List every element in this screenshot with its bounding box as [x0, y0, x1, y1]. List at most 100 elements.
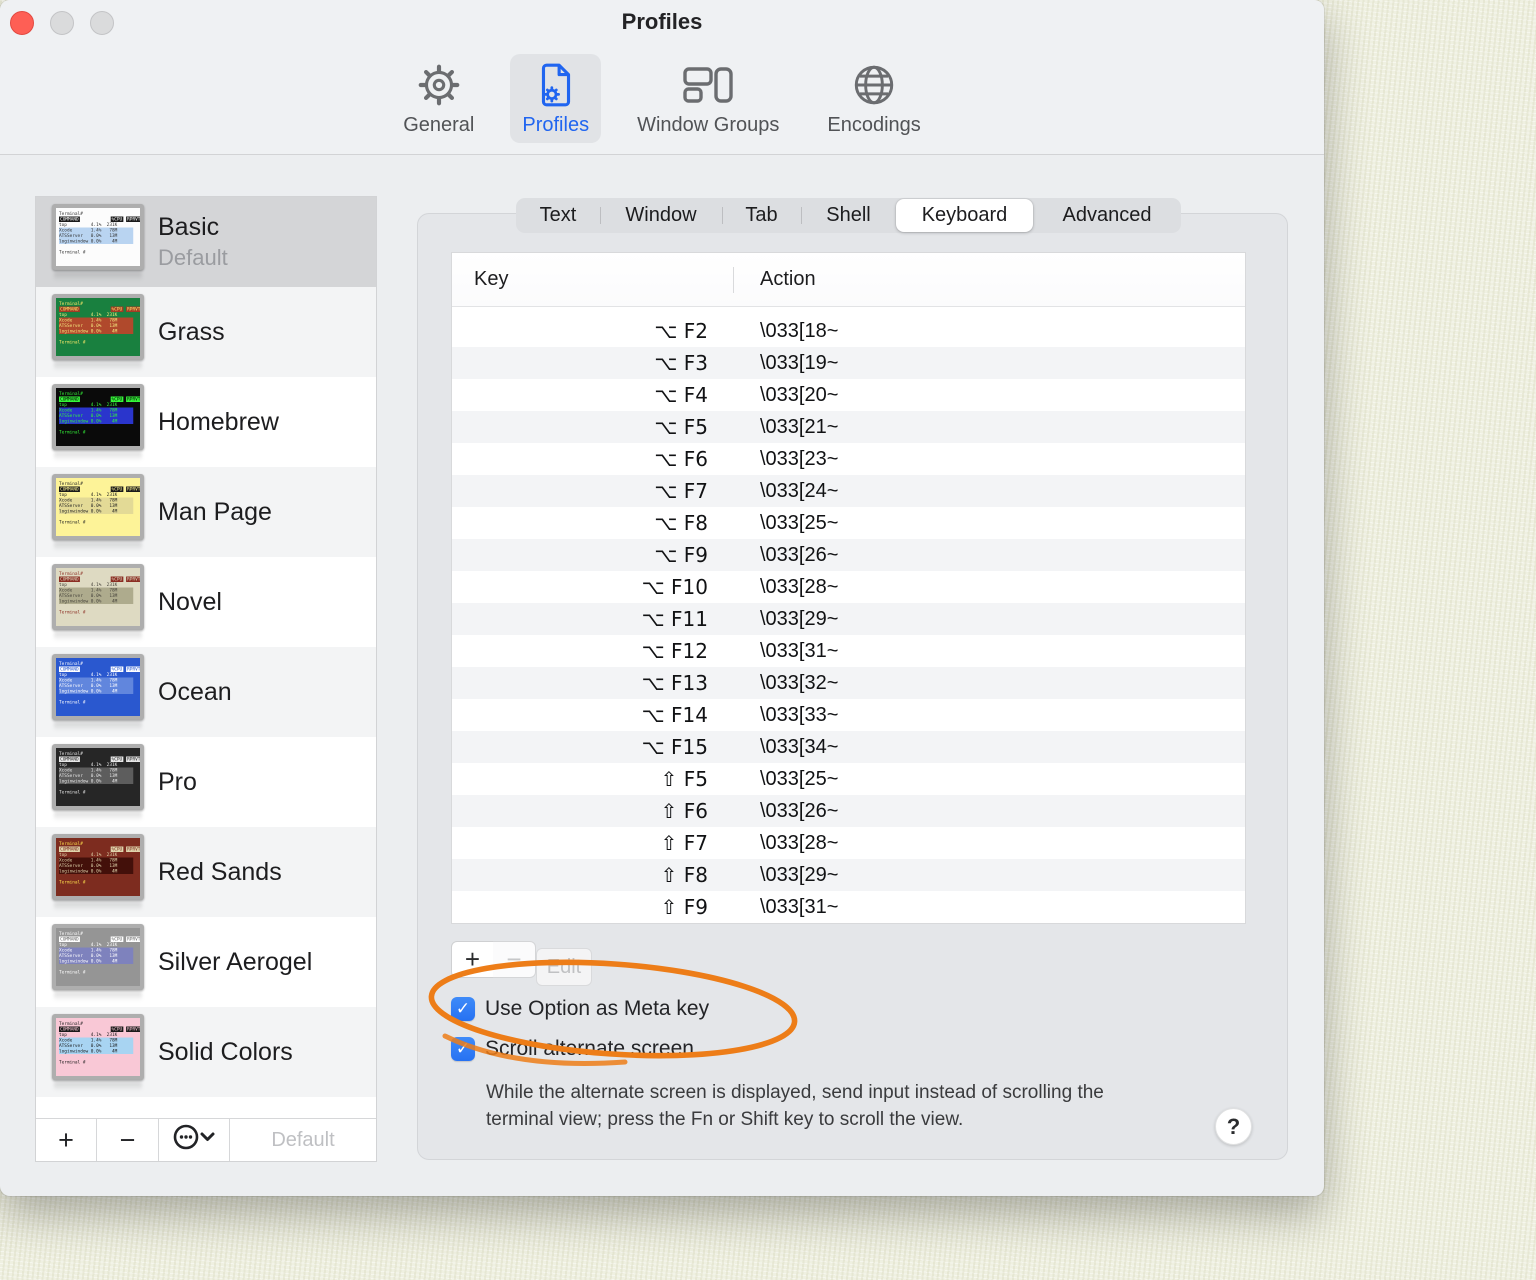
profile-list-item[interactable]: Terminal# COMMAND %CPU RPRVT top 4.1% 231K Xc…	[36, 377, 376, 467]
globe-icon	[850, 61, 898, 109]
action-cell: \033[21~	[760, 415, 839, 438]
table-row[interactable]: ⌥ F5 \033[21~	[452, 411, 1245, 443]
remove-profile-button[interactable]: −	[97, 1119, 159, 1161]
table-row[interactable]: ⇧ F7 \033[28~	[452, 827, 1245, 859]
key-cell: ⌥ F9	[654, 543, 708, 567]
table-row[interactable]: ⌥ F15 \033[34~	[452, 731, 1245, 763]
action-cell: \033[20~	[760, 383, 839, 406]
tab-keyboard[interactable]: Keyboard	[896, 199, 1033, 232]
table-row[interactable]: ⌥ F6 \033[23~	[452, 443, 1245, 475]
set-default-button[interactable]: Default	[230, 1119, 376, 1161]
ellipsis-circle-chevron-icon	[172, 1122, 216, 1159]
use-option-as-meta-checkbox[interactable]: ✓	[451, 997, 475, 1021]
table-row[interactable]: ⇧ F9 \033[31~	[452, 891, 1245, 923]
key-cell: ⇧ F7	[660, 831, 708, 855]
key-cell: ⌥ F5	[654, 415, 708, 439]
profile-list-items: Terminal# COMMAND %CPU RPRVT top 4.1% 231K Xc…	[36, 197, 376, 1118]
profile-list-item[interactable]: Terminal# COMMAND %CPU RPRVT top 4.1% 231K Xc…	[36, 827, 376, 917]
profile-subtitle: Default	[158, 245, 228, 270]
terminal-thumbnail: Terminal# COMMAND %CPU RPRVT top 4.1% 231K Xc…	[52, 743, 144, 821]
profile-actions-menu-button[interactable]	[159, 1119, 230, 1161]
column-header-action[interactable]: Action	[733, 268, 816, 291]
key-mapping-table: Key Action ⌥ F2 \033[18~ ⌥ F3 \033[19~ ⌥…	[451, 252, 1246, 924]
action-cell: \033[18~	[760, 319, 839, 342]
profile-list-item[interactable]: Terminal# COMMAND %CPU RPRVT top 4.1% 231K Xc…	[36, 467, 376, 557]
tab-tab[interactable]: Tab	[722, 198, 801, 233]
profile-list-item[interactable]: Terminal# COMMAND %CPU RPRVT top 4.1% 231K Xc…	[36, 917, 376, 1007]
table-row[interactable]: ⌥ F7 \033[24~	[452, 475, 1245, 507]
profile-list-item[interactable]: Terminal# COMMAND %CPU RPRVT top 4.1% 231K Xc…	[36, 197, 376, 287]
edit-key-button[interactable]: Edit	[536, 948, 592, 986]
scroll-alternate-screen-row: ✓ Scroll alternate screen	[451, 1037, 694, 1061]
table-row[interactable]: ⌥ F2 \033[18~	[452, 315, 1245, 347]
table-row[interactable]: ⌥ F12 \033[31~	[452, 635, 1245, 667]
table-row[interactable]: ⌥ F14 \033[33~	[452, 699, 1245, 731]
terminal-thumbnail: Terminal# COMMAND %CPU RPRVT top 4.1% 231K Xc…	[52, 833, 144, 911]
terminal-thumbnail: Terminal# COMMAND %CPU RPRVT top 4.1% 231K Xc…	[52, 203, 144, 281]
remove-key-button[interactable]: −	[493, 941, 536, 978]
profile-name: Silver Aerogel	[158, 947, 313, 976]
window-title: Profiles	[621, 9, 703, 34]
table-row[interactable]: ⌥ F13 \033[32~	[452, 667, 1245, 699]
action-cell: \033[25~	[760, 767, 839, 790]
table-row-sliver	[452, 307, 1245, 315]
table-row[interactable]: ⌥ F8 \033[25~	[452, 507, 1245, 539]
action-cell: \033[23~	[760, 447, 839, 470]
profile-name: Man Page	[158, 497, 272, 526]
profile-list-item[interactable]: Terminal# COMMAND %CPU RPRVT top 4.1% 231K Xc…	[36, 737, 376, 827]
action-cell: \033[29~	[760, 607, 839, 630]
add-key-button[interactable]: +	[451, 941, 494, 978]
profile-list-item[interactable]: Terminal# COMMAND %CPU RPRVT top 4.1% 231K Xc…	[36, 557, 376, 647]
toolbar-item-window-groups[interactable]: Window Groups	[625, 54, 791, 143]
profile-list-item[interactable]: Terminal# COMMAND %CPU RPRVT top 4.1% 231K Xc…	[36, 647, 376, 737]
key-cell: ⌥ F13	[641, 671, 708, 695]
profile-document-icon	[532, 61, 580, 109]
action-cell: \033[28~	[760, 575, 839, 598]
action-cell: \033[31~	[760, 895, 839, 918]
toolbar: General Profiles Window Groups Encodings	[0, 54, 1324, 143]
help-button[interactable]: ?	[1215, 1108, 1252, 1145]
toolbar-item-encodings[interactable]: Encodings	[815, 54, 932, 143]
checkbox-label: Use Option as Meta key	[485, 997, 710, 1020]
profile-name: Grass	[158, 317, 225, 346]
checkmark-icon: ✓	[455, 1038, 471, 1059]
table-row[interactable]: ⇧ F6 \033[26~	[452, 795, 1245, 827]
terminal-thumbnail: Terminal# COMMAND %CPU RPRVT top 4.1% 231K Xc…	[52, 563, 144, 641]
scroll-alternate-screen-checkbox[interactable]: ✓	[451, 1037, 475, 1061]
terminal-thumbnail-screen: Terminal# COMMAND %CPU RPRVT top 4.1% 231K Xc…	[56, 207, 140, 266]
terminal-thumbnail: Terminal# COMMAND %CPU RPRVT top 4.1% 231K Xc…	[52, 653, 144, 731]
window-groups-icon	[681, 61, 735, 109]
key-cell: ⌥ F2	[654, 319, 708, 343]
table-row[interactable]: ⌥ F9 \033[26~	[452, 539, 1245, 571]
add-profile-button[interactable]: +	[36, 1119, 97, 1161]
table-row[interactable]: ⇧ F8 \033[29~	[452, 859, 1245, 891]
profile-name: Novel	[158, 587, 222, 616]
tab-text[interactable]: Text	[516, 198, 600, 233]
titlebar: Profiles General Profiles Window Groups …	[0, 0, 1324, 155]
thumbnail-reflection	[54, 811, 142, 821]
profile-name: Homebrew	[158, 407, 279, 436]
column-divider[interactable]	[733, 267, 734, 293]
tab-bar: Text Window Tab Shell Keyboard Advanced	[516, 198, 1181, 233]
column-header-key[interactable]: Key	[452, 268, 733, 291]
key-cell: ⇧ F6	[660, 799, 708, 823]
profile-list-item[interactable]: Terminal# COMMAND %CPU RPRVT top 4.1% 231K Xc…	[36, 1007, 376, 1097]
tab-advanced[interactable]: Advanced	[1033, 198, 1181, 233]
table-row[interactable]: ⌥ F11 \033[29~	[452, 603, 1245, 635]
thumbnail-reflection	[54, 271, 142, 281]
profile-list-item[interactable]: Terminal# COMMAND %CPU RPRVT top 4.1% 231K Xc…	[36, 287, 376, 377]
key-cell: ⇧ F9	[660, 895, 708, 919]
tab-shell[interactable]: Shell	[801, 198, 896, 233]
table-row[interactable]: ⇧ F5 \033[25~	[452, 763, 1245, 795]
action-cell: \033[34~	[760, 735, 839, 758]
tab-window[interactable]: Window	[600, 198, 722, 233]
action-cell: \033[32~	[760, 671, 839, 694]
toolbar-item-general[interactable]: General	[391, 54, 486, 143]
thumbnail-reflection	[54, 1081, 142, 1091]
checkbox-label: Scroll alternate screen	[485, 1037, 694, 1060]
toolbar-item-profiles[interactable]: Profiles	[510, 54, 602, 143]
table-row[interactable]: ⌥ F4 \033[20~	[452, 379, 1245, 411]
thumbnail-reflection	[54, 991, 142, 1001]
table-row[interactable]: ⌥ F10 \033[28~	[452, 571, 1245, 603]
table-row[interactable]: ⌥ F3 \033[19~	[452, 347, 1245, 379]
